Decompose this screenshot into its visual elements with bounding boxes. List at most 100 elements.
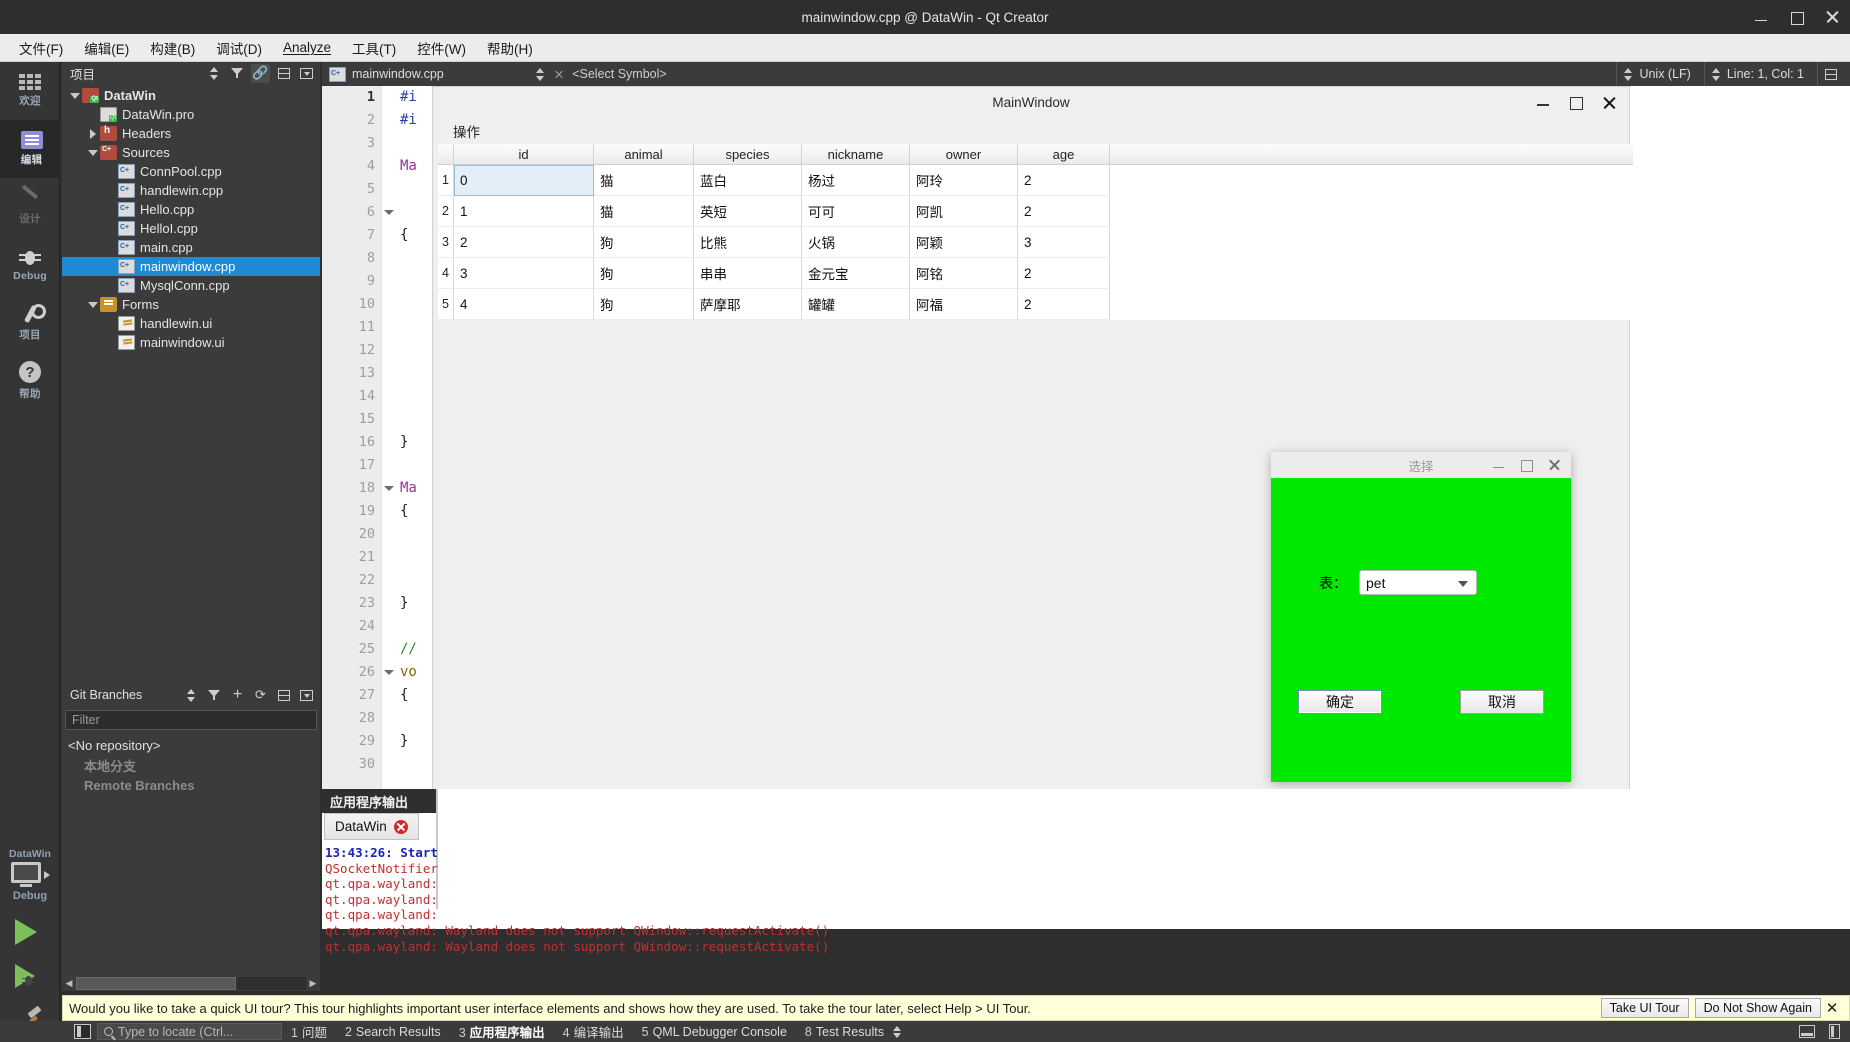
mode-help[interactable]: ? 帮助 xyxy=(0,352,60,410)
output-pane-tab--[interactable]: 4 编译输出 xyxy=(554,1022,633,1041)
table-cell[interactable]: 金元宝 xyxy=(802,258,910,289)
git-row-local-branches[interactable]: 本地分支 xyxy=(62,755,320,775)
table-cell[interactable]: 狗 xyxy=(594,289,694,320)
table-cell[interactable]: 蓝白 xyxy=(694,165,802,196)
git-row-no-repository[interactable]: <No repository> xyxy=(62,735,320,755)
scroll-thumb[interactable] xyxy=(76,976,236,990)
locator-input[interactable]: Type to locate (Ctrl... xyxy=(97,1023,282,1040)
tree-item-handlewin-ui[interactable]: handlewin.ui xyxy=(62,314,320,333)
take-ui-tour-button[interactable]: Take UI Tour xyxy=(1600,998,1689,1018)
menu-build[interactable]: 构建(B) xyxy=(141,35,204,61)
output-pane-tab-qml-debugger-console[interactable]: 5 QML Debugger Console xyxy=(633,1025,796,1039)
table-cell[interactable]: 猫 xyxy=(594,196,694,227)
twisty-expanded-icon[interactable] xyxy=(68,92,82,99)
project-close-icon[interactable] xyxy=(297,64,316,83)
project-link-icon[interactable]: 🔗 xyxy=(251,63,270,83)
menu-tools[interactable]: 工具(T) xyxy=(343,35,405,61)
table-row[interactable]: 2 1 猫英短 可可 阿凯 2 xyxy=(438,196,1633,227)
table-cell[interactable]: 阿凯 xyxy=(910,196,1018,227)
tree-item-helloi-cpp[interactable]: HelloI.cpp xyxy=(62,219,320,238)
table-cell[interactable]: 2 xyxy=(1018,196,1110,227)
app-maximize-button[interactable] xyxy=(1570,96,1583,110)
tree-item-hello-cpp[interactable]: Hello.cpp xyxy=(62,200,320,219)
table-row[interactable]: 3 2 狗比熊 火锅 阿颖 3 xyxy=(438,227,1633,258)
tree-item-datawin[interactable]: DataWin xyxy=(62,86,320,105)
menu-file[interactable]: 文件(F) xyxy=(10,35,72,61)
table-cell[interactable]: 串串 xyxy=(694,258,802,289)
git-filter-input[interactable]: Filter xyxy=(65,710,317,730)
table-cell[interactable]: 阿铭 xyxy=(910,258,1018,289)
table-cell[interactable]: 可可 xyxy=(802,196,910,227)
app-menu-operations[interactable]: 操作 xyxy=(447,119,486,143)
output-pane-toggle-icon[interactable] xyxy=(1799,1025,1815,1038)
table-cell[interactable]: 2 xyxy=(1018,258,1110,289)
table-row-header[interactable]: 4 xyxy=(438,258,454,289)
dialog-cancel-button[interactable]: 取消 xyxy=(1460,690,1544,714)
table-cell[interactable]: 2 xyxy=(1018,289,1110,320)
table-row-header[interactable]: 2 xyxy=(438,196,454,227)
scroll-right-icon[interactable]: ▶ xyxy=(306,976,320,990)
output-pane-tab--[interactable]: 1 问题 xyxy=(282,1022,336,1041)
mode-edit[interactable]: 编辑 xyxy=(0,120,60,178)
table-cell[interactable]: 猫 xyxy=(594,165,694,196)
menu-widgets[interactable]: 控件(W) xyxy=(408,35,475,61)
table-row[interactable]: 4 3 狗串串 金元宝 阿铭 2 xyxy=(438,258,1633,289)
select-dialog[interactable]: 选择 表： pet 确定 取消 xyxy=(1271,452,1571,782)
tree-item-connpool-cpp[interactable]: ConnPool.cpp xyxy=(62,162,320,181)
table-cell[interactable]: 4 xyxy=(454,289,594,320)
stop-icon[interactable] xyxy=(393,819,408,834)
table-row-header[interactable]: 5 xyxy=(438,289,454,320)
dialog-ok-button[interactable]: 确定 xyxy=(1298,690,1382,714)
window-close-button[interactable] xyxy=(1826,10,1840,24)
table-column-header[interactable]: nickname xyxy=(802,144,910,165)
mode-debug[interactable]: Debug xyxy=(0,236,60,294)
app-minimize-button[interactable] xyxy=(1537,96,1550,109)
table-cell[interactable]: 2 xyxy=(1018,165,1110,196)
fold-toggle-icon[interactable] xyxy=(384,210,394,215)
git-add-icon[interactable]: + xyxy=(228,686,247,705)
table-column-header[interactable]: age xyxy=(1018,144,1110,165)
table-cell[interactable]: 狗 xyxy=(594,258,694,289)
git-filter-icon[interactable] xyxy=(205,686,224,705)
table-column-header[interactable]: owner xyxy=(910,144,1018,165)
twisty-expanded-icon[interactable] xyxy=(86,149,100,156)
table-cell[interactable]: 1 xyxy=(454,196,594,227)
tree-item-datawin-pro[interactable]: DataWin.pro xyxy=(62,105,320,124)
mode-projects[interactable]: 项目 xyxy=(0,294,60,352)
table-cell[interactable]: 3 xyxy=(1018,227,1110,258)
window-maximize-button[interactable] xyxy=(1790,10,1804,25)
split-editor-button[interactable] xyxy=(1817,62,1844,86)
table-cell[interactable]: 萨摩耶 xyxy=(694,289,802,320)
git-row-remote-branches[interactable]: Remote Branches xyxy=(62,775,320,795)
sidebar-toggle-icon[interactable] xyxy=(74,1024,91,1039)
tree-item-headers[interactable]: Headers xyxy=(62,124,320,143)
dialog-close-button[interactable] xyxy=(1549,459,1561,471)
table-cell[interactable]: 2 xyxy=(454,227,594,258)
editor-tab-mainwindow-cpp[interactable]: mainwindow.cpp xyxy=(322,62,451,86)
table-row-header[interactable]: 1 xyxy=(438,165,454,196)
scroll-track[interactable] xyxy=(76,976,306,990)
table-row[interactable]: 1 0 猫蓝白 杨过 阿玲 2 xyxy=(438,165,1633,196)
git-close-icon[interactable] xyxy=(297,686,316,705)
tree-item-mysqlconn-cpp[interactable]: MysqlConn.cpp xyxy=(62,276,320,295)
project-sync-selector[interactable] xyxy=(205,64,224,83)
twisty-expanded-icon[interactable] xyxy=(86,301,100,308)
mode-design[interactable]: 设计 xyxy=(0,178,60,236)
menu-debug[interactable]: 调试(D) xyxy=(207,35,271,61)
tree-item-mainwindow-cpp[interactable]: mainwindow.cpp xyxy=(62,257,320,276)
table-cell[interactable]: 阿玲 xyxy=(910,165,1018,196)
cursor-position-indicator[interactable]: Line: 1, Col: 1 xyxy=(1703,62,1811,86)
app-close-button[interactable] xyxy=(1603,96,1616,109)
project-filter-icon[interactable] xyxy=(228,64,247,83)
do-not-show-again-button[interactable]: Do Not Show Again xyxy=(1694,998,1821,1018)
table-cell[interactable]: 狗 xyxy=(594,227,694,258)
table-cell[interactable]: 比熊 xyxy=(694,227,802,258)
dock-horizontal-scrollbar[interactable]: ◀ ▶ xyxy=(62,975,320,991)
tree-item-main-cpp[interactable]: main.cpp xyxy=(62,238,320,257)
git-refresh-icon[interactable]: ⟳ xyxy=(251,686,270,705)
output-pane-tab-test-results[interactable]: 8 Test Results xyxy=(796,1025,893,1039)
menu-edit[interactable]: 编辑(E) xyxy=(75,35,138,61)
window-minimize-button[interactable] xyxy=(1754,10,1768,24)
project-split-icon[interactable] xyxy=(274,64,293,83)
table-cell[interactable]: 杨过 xyxy=(802,165,910,196)
